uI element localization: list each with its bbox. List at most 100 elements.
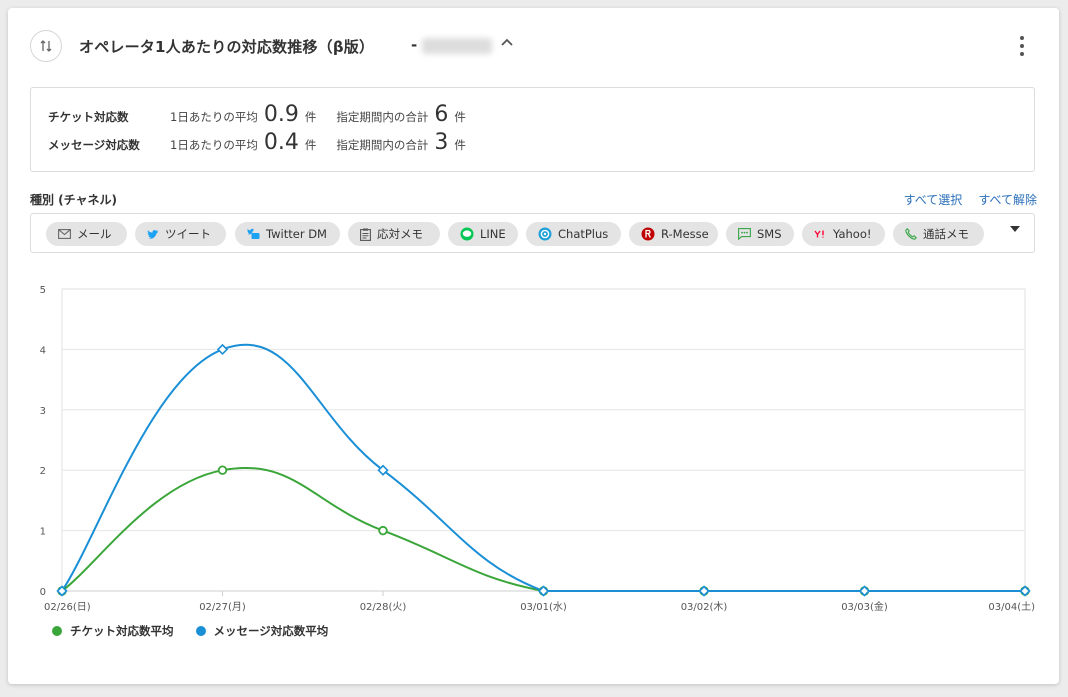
caret-down-icon[interactable] bbox=[1010, 226, 1020, 232]
operator-name-blurred bbox=[422, 38, 492, 54]
more-dot bbox=[1020, 44, 1024, 48]
data-point bbox=[216, 343, 229, 356]
chatplus-icon bbox=[538, 227, 552, 241]
clipboard-glyph bbox=[360, 228, 371, 241]
summary-row-ticket: チケット対応数 1日あたりの平均 0.9 件 指定期間内の合計 6 件 bbox=[48, 102, 486, 130]
avg-unit: 件 bbox=[304, 110, 317, 124]
y-tick-label: 1 bbox=[40, 527, 46, 538]
total-unit: 件 bbox=[454, 110, 466, 124]
sort-arrows-icon[interactable] bbox=[30, 30, 62, 62]
chip-label: LINE bbox=[480, 227, 506, 241]
summary-row-message: メッセージ対応数 1日あたりの平均 0.4 件 指定期間内の合計 3 件 bbox=[48, 130, 486, 158]
report-card: オペレータ1人あたりの対応数推移（β版） - チケット対応数 1日あたりの平均 … bbox=[8, 8, 1059, 684]
line-glyph bbox=[460, 227, 474, 241]
chatplus-glyph bbox=[538, 227, 552, 241]
chip-chatplus[interactable]: ChatPlus bbox=[526, 222, 621, 246]
mail-icon bbox=[58, 229, 71, 239]
chip-label: ツイート bbox=[165, 227, 211, 241]
chip-memo[interactable]: 応対メモ bbox=[348, 222, 440, 246]
line-icon bbox=[460, 227, 474, 241]
chip-label: 通話メモ bbox=[923, 227, 969, 241]
deselect-all-link[interactable]: すべて解除 bbox=[978, 193, 1037, 207]
yahoo-glyph bbox=[814, 230, 824, 238]
chip-label: ChatPlus bbox=[558, 227, 609, 241]
data-point bbox=[378, 525, 388, 536]
select-links: すべて選択 すべて解除 bbox=[888, 191, 1037, 208]
x-tick-label: 03/02(木) bbox=[681, 601, 728, 613]
x-tick-label: 03/04(土) bbox=[988, 600, 1035, 613]
summary-box: チケット対応数 1日あたりの平均 0.9 件 指定期間内の合計 6 件 メッセー… bbox=[30, 87, 1035, 172]
phone-icon bbox=[905, 228, 917, 240]
more-vertical-icon[interactable] bbox=[1017, 36, 1027, 56]
x-tick-label: 03/01(水) bbox=[520, 601, 567, 613]
x-tick-label: 02/28(火) bbox=[360, 601, 407, 613]
chip-sms[interactable]: SMS bbox=[726, 222, 794, 246]
sort-arrows-glyph bbox=[40, 40, 52, 52]
chip-yahoo[interactable]: Yahoo! bbox=[802, 222, 885, 246]
yahoo-icon bbox=[814, 229, 827, 239]
chip-label: R-Messe bbox=[661, 227, 709, 241]
legend-item[interactable]: メッセージ対応数平均 bbox=[195, 623, 328, 639]
avg-label: 1日あたりの平均 bbox=[170, 110, 258, 124]
twitter-dm-glyph bbox=[247, 228, 260, 239]
x-tick-label: 02/26(日) bbox=[44, 602, 91, 613]
summary-label: メッセージ対応数 bbox=[48, 138, 140, 152]
line-chart: 0 1 2 3 4 5 02/26(日) 02/27(月) 02/28(火) 03/01(水) 03… bbox=[40, 285, 1035, 613]
y-tick-label: 4 bbox=[40, 345, 46, 356]
avg-unit: 件 bbox=[304, 138, 317, 152]
channel-chip-bar: メール ツイート Twitter DM 応対メモ LINE ChatPlus R… bbox=[30, 213, 1035, 253]
phone-glyph bbox=[905, 228, 917, 240]
legend-item[interactable]: チケット対応数平均 bbox=[52, 623, 174, 639]
more-dot bbox=[1020, 52, 1024, 56]
y-tick-label: 5 bbox=[40, 285, 46, 296]
legend-swatch bbox=[195, 626, 206, 636]
select-all-link[interactable]: すべて選択 bbox=[904, 193, 963, 207]
avg-value: 0.4 bbox=[263, 130, 299, 155]
clipboard-icon bbox=[360, 228, 371, 241]
legend-label: チケット対応数平均 bbox=[70, 624, 174, 638]
mail-glyph bbox=[58, 229, 71, 239]
y-tick-label: 0 bbox=[40, 587, 46, 598]
chip-label: 応対メモ bbox=[377, 227, 423, 241]
avg-label: 1日あたりの平均 bbox=[170, 138, 258, 152]
total-unit: 件 bbox=[454, 138, 466, 152]
chip-label: SMS bbox=[757, 227, 782, 241]
y-tick-label: 3 bbox=[40, 406, 46, 417]
avg-value: 0.9 bbox=[263, 102, 299, 127]
chart-legend: チケット対応数平均 メッセージ対応数平均 bbox=[52, 623, 350, 639]
chip-label: Yahoo! bbox=[833, 227, 872, 241]
series-line-1 bbox=[61, 466, 1025, 592]
channel-section-label: 種別 (チャネル) bbox=[30, 193, 118, 207]
chevron-up-icon[interactable] bbox=[500, 35, 514, 53]
summary-label: チケット対応数 bbox=[48, 110, 129, 124]
chip-mail[interactable]: メール bbox=[46, 222, 127, 246]
sms-glyph bbox=[738, 228, 751, 240]
legend-swatch bbox=[52, 626, 62, 636]
total-label: 指定期間内の合計 bbox=[336, 138, 429, 152]
chip-label: メール bbox=[77, 227, 112, 241]
plot-frame bbox=[61, 288, 1026, 592]
rakuten-glyph bbox=[641, 227, 655, 241]
chip-call-memo[interactable]: 通話メモ bbox=[893, 222, 984, 246]
x-tick-label: 03/03(金) bbox=[841, 600, 888, 613]
total-label: 指定期間内の合計 bbox=[336, 110, 429, 124]
twitter-icon bbox=[147, 229, 159, 240]
chip-line[interactable]: LINE bbox=[448, 222, 518, 246]
more-dot bbox=[1020, 36, 1024, 40]
total-value: 3 bbox=[434, 130, 449, 155]
total-value: 6 bbox=[434, 102, 449, 127]
card-header: オペレータ1人あたりの対応数推移（β版） - bbox=[30, 30, 1037, 64]
chip-r-messe[interactable]: R-Messe bbox=[629, 222, 718, 246]
chip-twitter-dm[interactable]: Twitter DM bbox=[235, 222, 340, 246]
card-title: オペレータ1人あたりの対応数推移（β版） bbox=[79, 38, 375, 56]
series-line-2 bbox=[61, 343, 1025, 592]
y-tick-label: 2 bbox=[40, 466, 46, 477]
x-tick-label: 02/27(月) bbox=[199, 601, 246, 613]
twitter-dm-icon bbox=[247, 228, 260, 240]
data-point bbox=[217, 465, 228, 475]
sms-icon bbox=[738, 228, 751, 240]
chip-tweet[interactable]: ツイート bbox=[135, 222, 226, 246]
title-separator: - bbox=[411, 36, 418, 54]
chip-label: Twitter DM bbox=[266, 227, 327, 241]
twitter-glyph bbox=[147, 229, 159, 239]
